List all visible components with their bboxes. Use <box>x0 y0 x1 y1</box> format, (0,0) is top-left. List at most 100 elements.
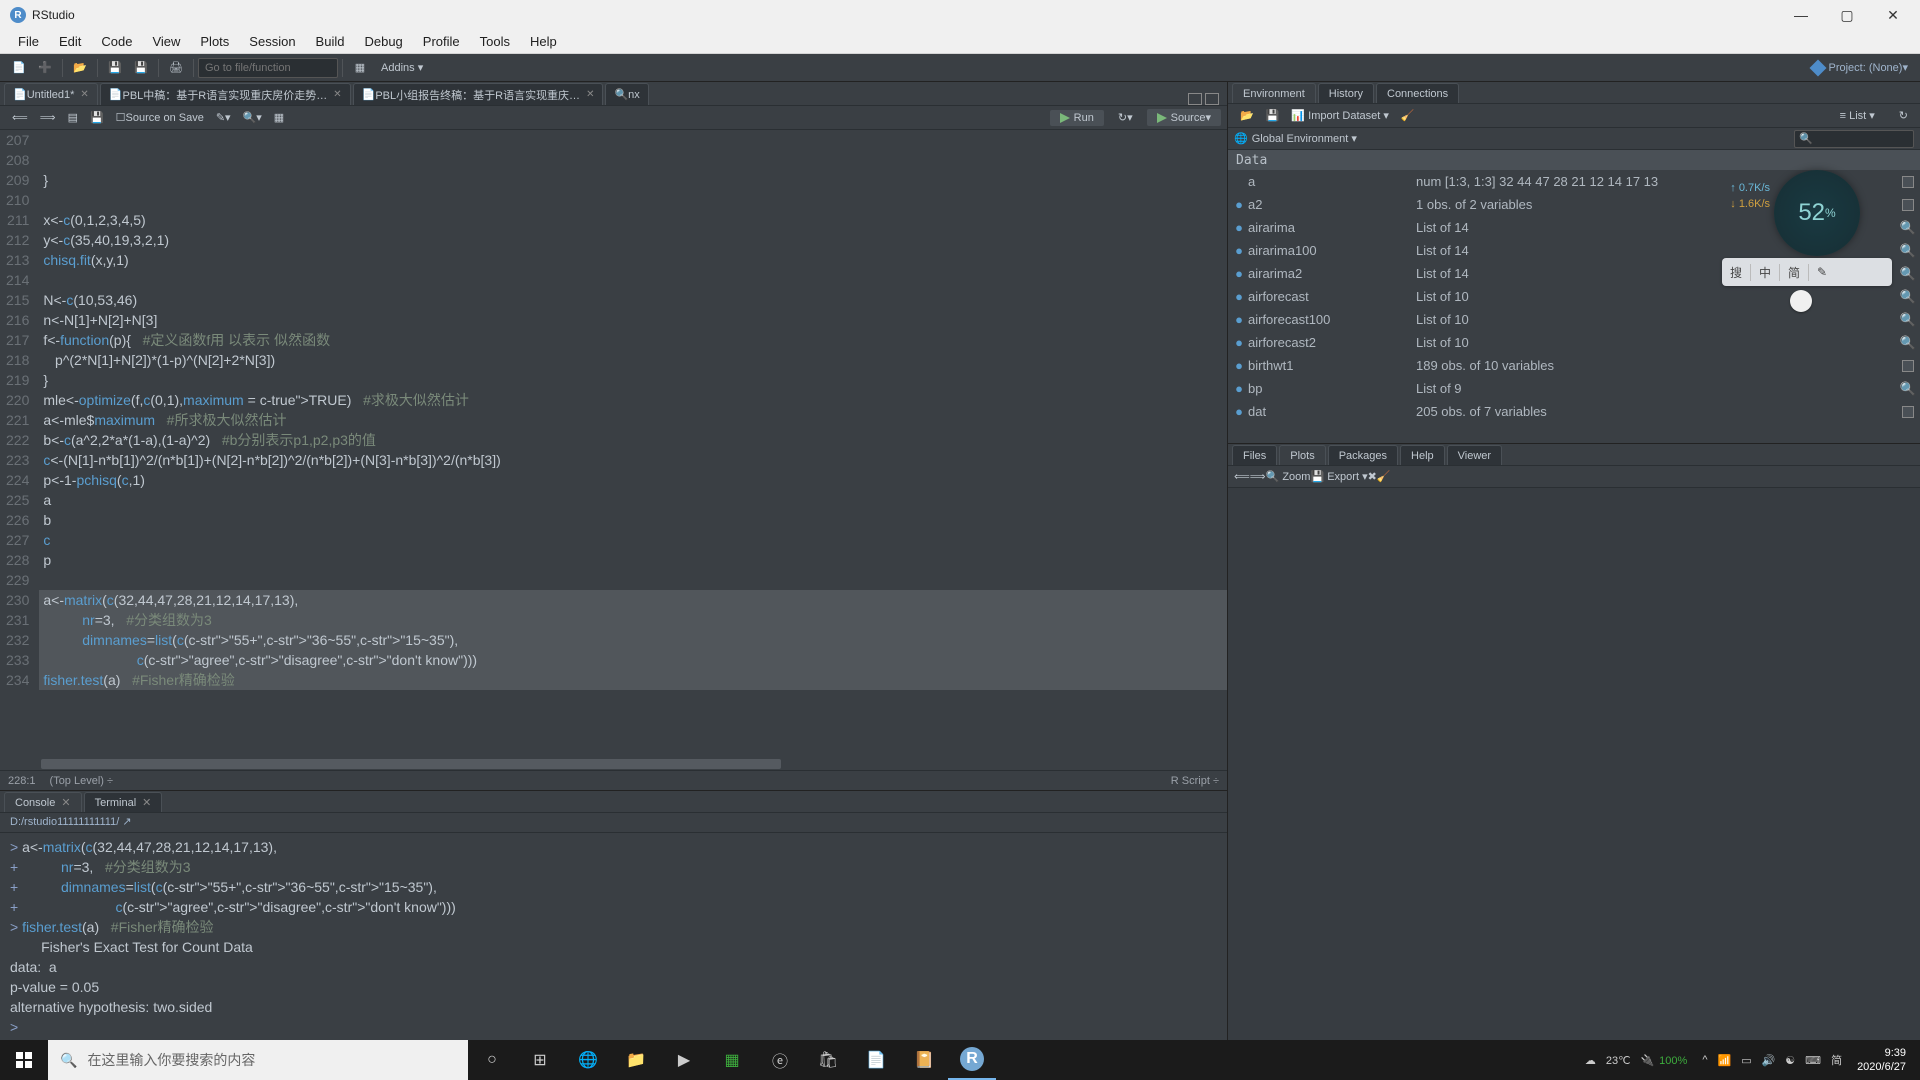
view-list-button[interactable]: ≡ List ▾ <box>1836 109 1879 122</box>
menu-help[interactable]: Help <box>520 34 567 49</box>
plot-tab-packages[interactable]: Packages <box>1328 445 1398 465</box>
plot-tab-help[interactable]: Help <box>1400 445 1445 465</box>
addins-button[interactable]: Addins ▾ <box>373 61 431 74</box>
save-doc-button[interactable]: 💾 <box>86 111 108 124</box>
env-row[interactable]: ●birthwt1189 obs. of 10 variables <box>1228 354 1920 377</box>
panes-button[interactable]: ▦ <box>349 58 371 78</box>
plot-export-button[interactable]: 💾 Export ▾ <box>1310 470 1367 483</box>
plot-prev-button[interactable]: ⟸ <box>1234 470 1250 483</box>
word-icon[interactable]: 📄 <box>852 1040 900 1080</box>
menu-code[interactable]: Code <box>91 34 142 49</box>
wand-button[interactable]: ✎▾ <box>212 111 235 124</box>
open-file-button[interactable]: 📂 <box>69 58 91 78</box>
plot-clear-all-button[interactable]: 🧹 <box>1377 470 1391 483</box>
new-project-button[interactable]: ➕ <box>34 58 56 78</box>
find-button[interactable]: 🔍▾ <box>239 111 266 124</box>
env-tab-environment[interactable]: Environment <box>1232 83 1316 103</box>
table-icon[interactable] <box>1902 360 1914 372</box>
magnify-icon[interactable]: 🔍 <box>1896 335 1920 351</box>
media-icon[interactable]: ▶ <box>660 1040 708 1080</box>
start-button[interactable] <box>0 1040 48 1080</box>
forward-button[interactable]: ⟹ <box>36 111 60 124</box>
plot-remove-button[interactable]: ✖ <box>1368 470 1377 483</box>
close-tab-icon[interactable]: ✕ <box>586 89 594 100</box>
expand-icon[interactable]: ● <box>1232 381 1246 396</box>
env-row[interactable]: ●airforecastList of 10🔍 <box>1228 285 1920 308</box>
source-tab-3[interactable]: 🔍 nx <box>605 83 648 105</box>
iqiyi-icon[interactable]: ▦ <box>708 1040 756 1080</box>
expand-icon[interactable]: ● <box>1232 289 1246 304</box>
magnify-icon[interactable]: 🔍 <box>1896 266 1920 282</box>
scope-indicator[interactable]: (Top Level) ÷ <box>50 775 114 787</box>
task-view-button[interactable]: ⊞ <box>516 1040 564 1080</box>
table-icon[interactable] <box>1902 176 1914 188</box>
menu-file[interactable]: File <box>8 34 49 49</box>
clear-workspace-button[interactable]: 🧹 <box>1397 109 1419 122</box>
language-mode[interactable]: R Script ÷ <box>1171 775 1219 787</box>
back-button[interactable]: ⟸ <box>8 111 32 124</box>
expand-icon[interactable]: ● <box>1232 220 1246 235</box>
store-icon[interactable]: 🛍 <box>804 1040 852 1080</box>
project-selector[interactable]: Project: (None) ▾ <box>1806 61 1914 74</box>
taskbar-search[interactable]: 🔍 在这里输入你要搜索的内容 <box>48 1040 468 1080</box>
expand-icon[interactable]: ● <box>1232 243 1246 258</box>
plot-tab-files[interactable]: Files <box>1232 445 1277 465</box>
battery-icon[interactable]: 🔌100% <box>1635 1054 1697 1067</box>
close-button[interactable]: ✕ <box>1870 0 1916 30</box>
env-row[interactable]: ●bpList of 9🔍 <box>1228 377 1920 400</box>
console-output[interactable]: > a<-matrix(c(32,44,47,28,21,12,14,17,13… <box>0 833 1227 1041</box>
save-all-button[interactable]: 💾 <box>130 58 152 78</box>
expand-icon[interactable]: ● <box>1232 335 1246 350</box>
console-tab-terminal[interactable]: Terminal✕ <box>84 792 163 812</box>
env-row[interactable]: ●airforecast100List of 10🔍 <box>1228 308 1920 331</box>
expand-icon[interactable]: ● <box>1232 266 1246 281</box>
ime-switcher-ball[interactable] <box>1790 290 1812 312</box>
close-tab-icon[interactable]: ✕ <box>80 89 88 100</box>
load-workspace-button[interactable]: 📂 <box>1236 109 1258 122</box>
expand-icon[interactable]: ● <box>1232 312 1246 327</box>
rerun-button[interactable]: ↻▾ <box>1114 111 1137 124</box>
ie-icon[interactable]: ⓔ <box>756 1040 804 1080</box>
plot-next-button[interactable]: ⟹ <box>1250 470 1266 483</box>
code-editor[interactable]: 2072082092102112122132142152162172182192… <box>0 130 1227 770</box>
menu-debug[interactable]: Debug <box>354 34 412 49</box>
magnify-icon[interactable]: 🔍 <box>1896 381 1920 397</box>
menu-profile[interactable]: Profile <box>413 34 470 49</box>
run-button[interactable]: Run <box>1050 110 1104 126</box>
magnify-icon[interactable]: 🔍 <box>1896 312 1920 328</box>
expand-icon[interactable]: ● <box>1232 358 1246 373</box>
menu-session[interactable]: Session <box>239 34 305 49</box>
source-on-save-check[interactable]: ☐ Source on Save <box>112 111 208 124</box>
menu-view[interactable]: View <box>142 34 190 49</box>
ime-label[interactable]: 简 <box>1826 1052 1847 1068</box>
env-tab-history[interactable]: History <box>1318 83 1374 103</box>
clock[interactable]: 9:39 2020/6/27 <box>1847 1046 1916 1074</box>
maximize-button[interactable]: ▢ <box>1824 0 1870 30</box>
cortana-button[interactable]: ○ <box>468 1040 516 1080</box>
onenote-icon[interactable]: 📔 <box>900 1040 948 1080</box>
explorer-icon[interactable]: 📁 <box>612 1040 660 1080</box>
plot-tab-plots[interactable]: Plots <box>1279 445 1325 465</box>
tray-overflow[interactable]: ^ <box>1697 1054 1712 1066</box>
console-tab-console[interactable]: Console✕ <box>4 792 82 812</box>
plot-zoom-button[interactable]: 🔍 Zoom <box>1266 470 1311 483</box>
network-percent-overlay[interactable]: 52% <box>1774 170 1860 256</box>
table-icon[interactable] <box>1902 199 1914 211</box>
env-row[interactable]: ●dat205 obs. of 7 variables <box>1228 400 1920 423</box>
expand-icon[interactable]: ● <box>1232 404 1246 419</box>
expand-icon[interactable]: ● <box>1232 197 1246 212</box>
env-tab-connections[interactable]: Connections <box>1376 83 1459 103</box>
pane-layout-controls[interactable] <box>1177 93 1227 105</box>
import-dataset-button[interactable]: 📊 Import Dataset ▾ <box>1287 109 1392 122</box>
minimize-button[interactable]: — <box>1778 0 1824 30</box>
close-tab-icon[interactable]: ✕ <box>333 89 341 100</box>
goto-file-input[interactable] <box>198 58 338 78</box>
refresh-env-button[interactable]: ↻ <box>1895 109 1912 122</box>
magnify-icon[interactable]: 🔍 <box>1896 289 1920 305</box>
save-workspace-button[interactable]: 💾 <box>1262 109 1284 122</box>
plot-tab-viewer[interactable]: Viewer <box>1447 445 1502 465</box>
menu-tools[interactable]: Tools <box>470 34 520 49</box>
keyboard-icon[interactable]: ⌨ <box>1800 1054 1826 1067</box>
print-button[interactable]: 🖨 <box>165 58 187 78</box>
env-row[interactable]: ●airforecast2List of 10🔍 <box>1228 331 1920 354</box>
